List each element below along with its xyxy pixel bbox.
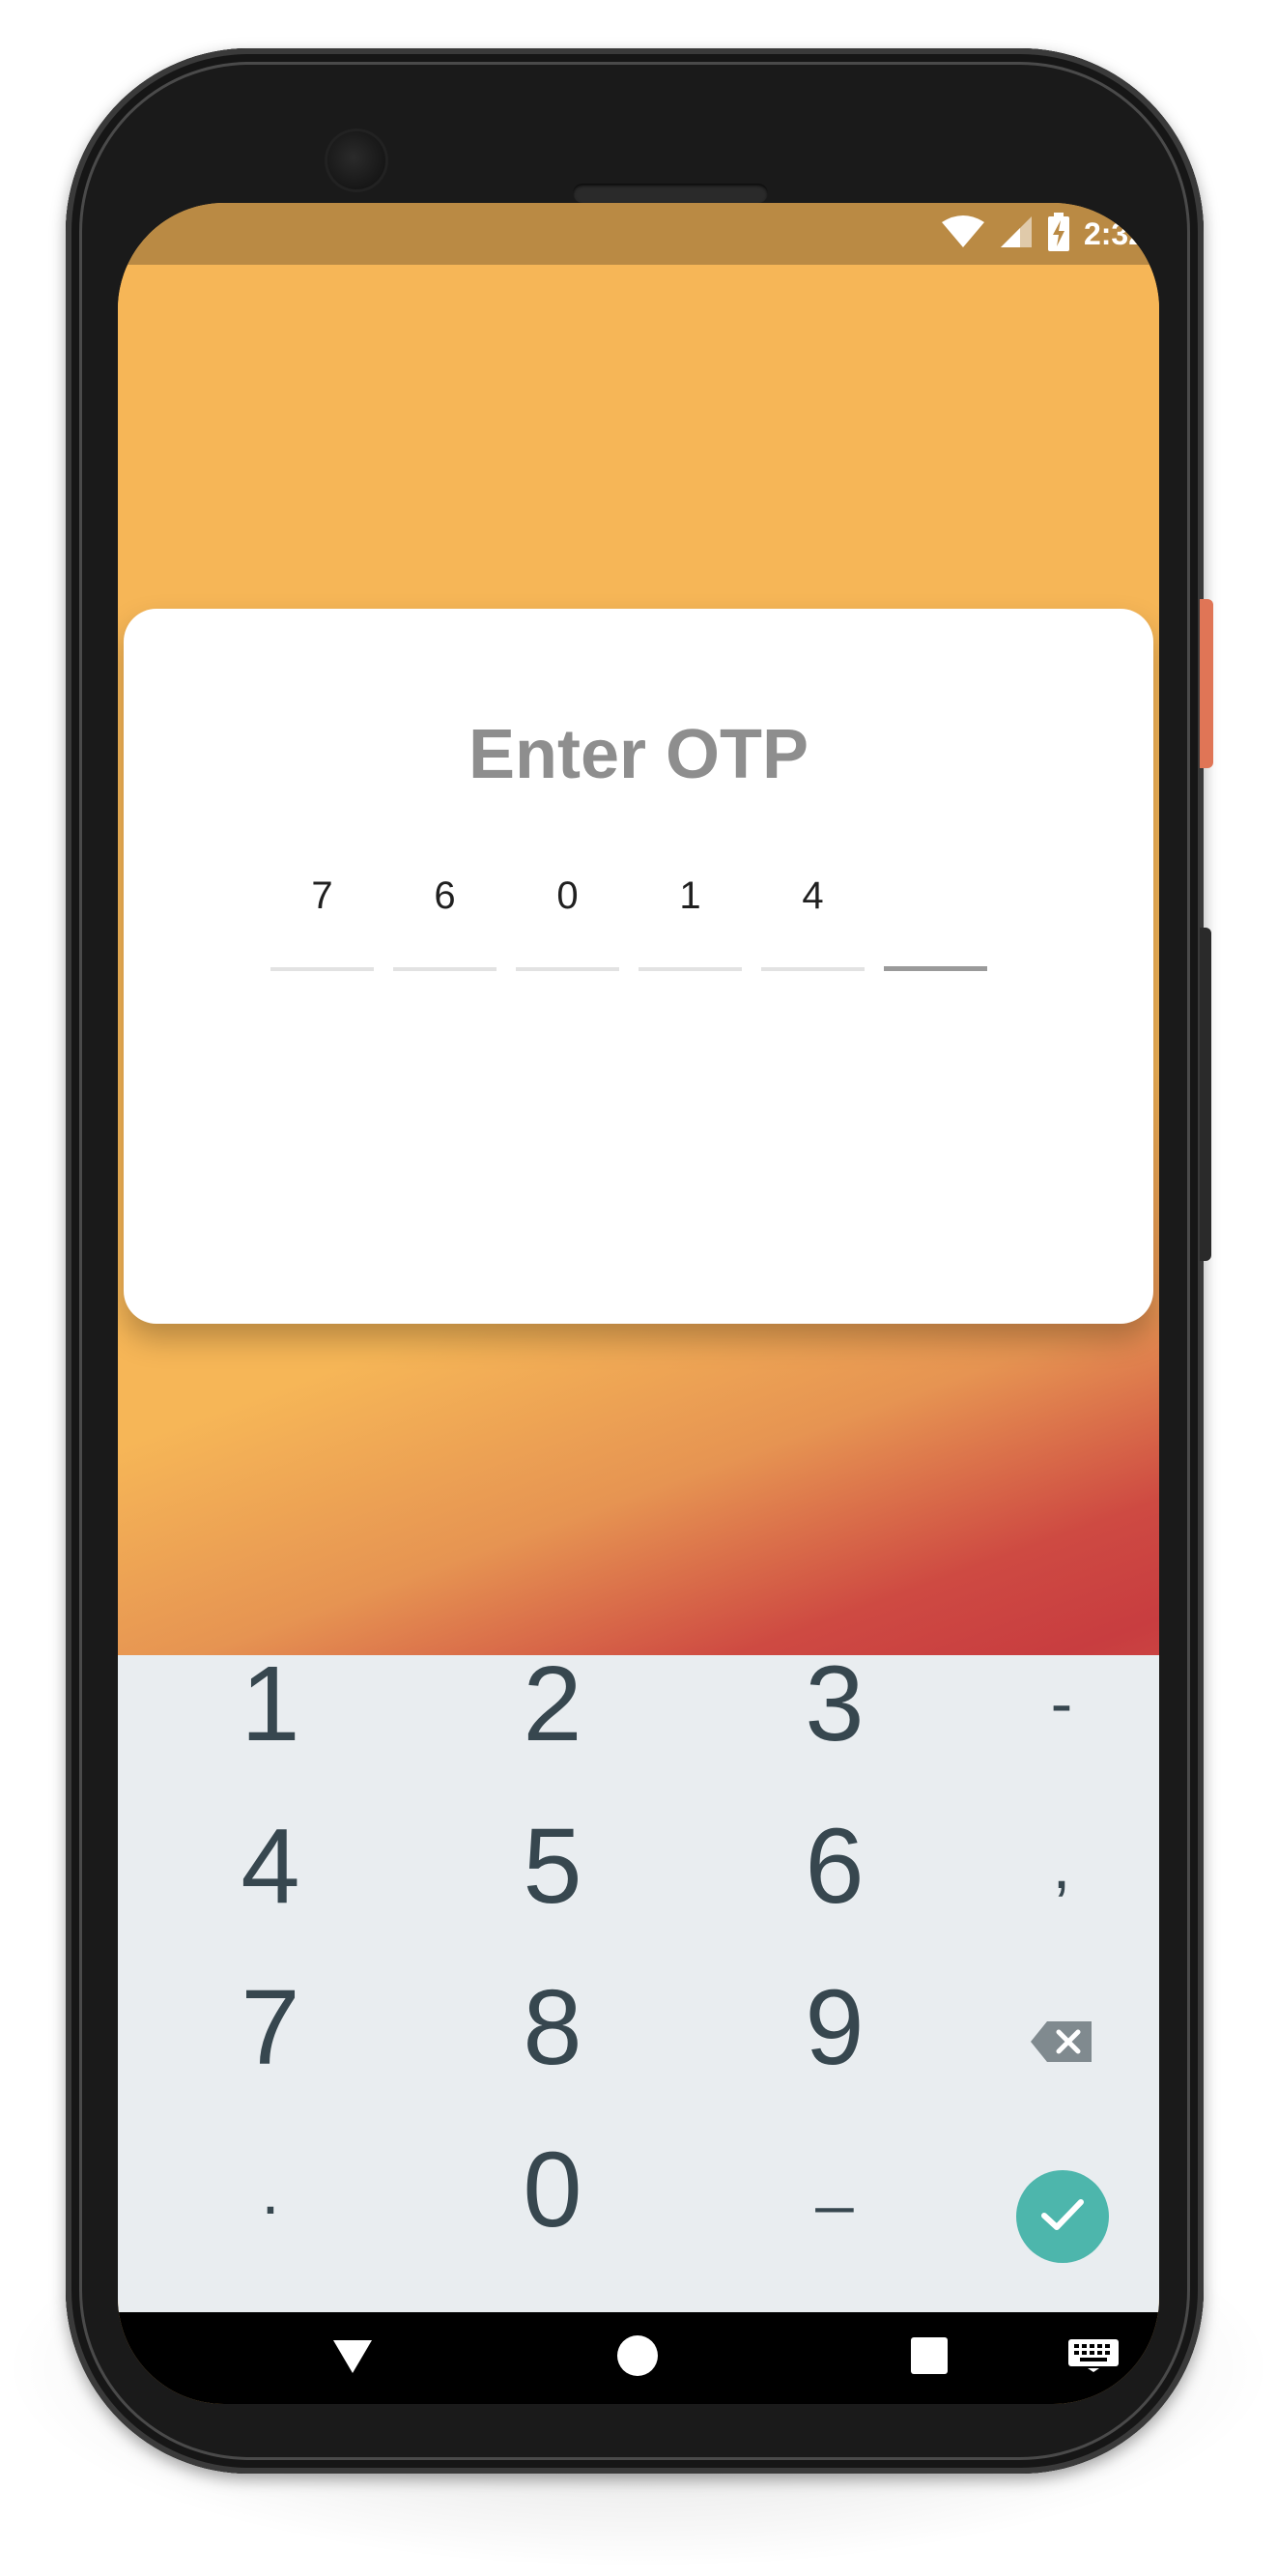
status-time: 2:32: [1083, 215, 1146, 251]
otp-digit-field-active[interactable]: [884, 874, 987, 971]
otp-digit-value: 7: [311, 874, 333, 917]
key-minus[interactable]: -: [965, 1631, 1158, 1776]
otp-underline: [270, 967, 374, 971]
otp-digit-value: 0: [556, 874, 579, 917]
key-0[interactable]: 0: [456, 2117, 649, 2262]
key-3[interactable]: 3: [738, 1631, 931, 1776]
nav-back-button[interactable]: [319, 2312, 386, 2404]
earpiece-speaker: [573, 184, 768, 203]
nav-keyboard-switch-button[interactable]: [1055, 2312, 1132, 2404]
key-7[interactable]: 7: [174, 1955, 367, 2100]
key-period[interactable]: .: [174, 2119, 367, 2264]
backspace-key[interactable]: [965, 1955, 1158, 2100]
otp-digit-value: 6: [434, 874, 456, 917]
otp-digit-field[interactable]: 0: [516, 874, 619, 971]
numeric-keyboard: 1 2 3 - 4 5 6 , 7 8 9 . 0 _: [118, 1645, 1159, 2312]
otp-digit-field[interactable]: 4: [761, 874, 865, 971]
phone-screen: 2:32 Enter OTP 7 6 0 1 4 1 2 3 - 4 5 6 ,…: [118, 203, 1159, 2404]
dialog-title: Enter OTP: [468, 716, 809, 793]
volume-button[interactable]: [1200, 928, 1211, 1261]
otp-digit-value: 4: [802, 874, 824, 917]
key-1[interactable]: 1: [174, 1631, 367, 1776]
navigation-bar: [118, 2312, 1159, 2404]
key-4[interactable]: 4: [174, 1793, 367, 1938]
key-6[interactable]: 6: [738, 1793, 931, 1938]
otp-underline-active: [884, 966, 987, 971]
otp-underline: [638, 967, 742, 971]
key-5[interactable]: 5: [456, 1793, 649, 1938]
otp-underline: [761, 967, 865, 971]
key-9[interactable]: 9: [738, 1955, 931, 2100]
otp-digit-field[interactable]: 1: [638, 874, 742, 971]
otp-input-row: 7 6 0 1 4: [270, 874, 987, 971]
wifi-icon: [941, 215, 985, 254]
power-button[interactable]: [1200, 599, 1213, 768]
otp-digit-value: 1: [679, 874, 701, 917]
otp-digit-field[interactable]: 6: [393, 874, 497, 971]
back-icon: [331, 2336, 374, 2380]
front-camera: [327, 131, 385, 189]
home-icon: [616, 2334, 659, 2382]
status-bar: 2:32: [118, 203, 1159, 265]
keyboard-switch-icon: [1067, 2338, 1120, 2378]
key-2[interactable]: 2: [456, 1631, 649, 1776]
nav-home-button[interactable]: [604, 2312, 671, 2404]
backspace-icon: [1030, 1966, 1093, 2089]
key-8[interactable]: 8: [456, 1955, 649, 2100]
otp-dialog: Enter OTP 7 6 0 1 4: [124, 609, 1153, 1324]
key-underscore[interactable]: _: [738, 2104, 931, 2249]
battery-charging-icon: [1047, 212, 1070, 256]
key-comma[interactable]: ,: [965, 1793, 1158, 1938]
otp-underline: [393, 967, 497, 971]
nav-recents-button[interactable]: [895, 2312, 963, 2404]
enter-key[interactable]: [1016, 2170, 1109, 2263]
otp-underline: [516, 967, 619, 971]
cellular-signal-icon: [999, 215, 1034, 254]
enter-check-icon: [1038, 2195, 1087, 2239]
otp-digit-field[interactable]: 7: [270, 874, 374, 971]
recents-icon: [910, 2336, 949, 2380]
